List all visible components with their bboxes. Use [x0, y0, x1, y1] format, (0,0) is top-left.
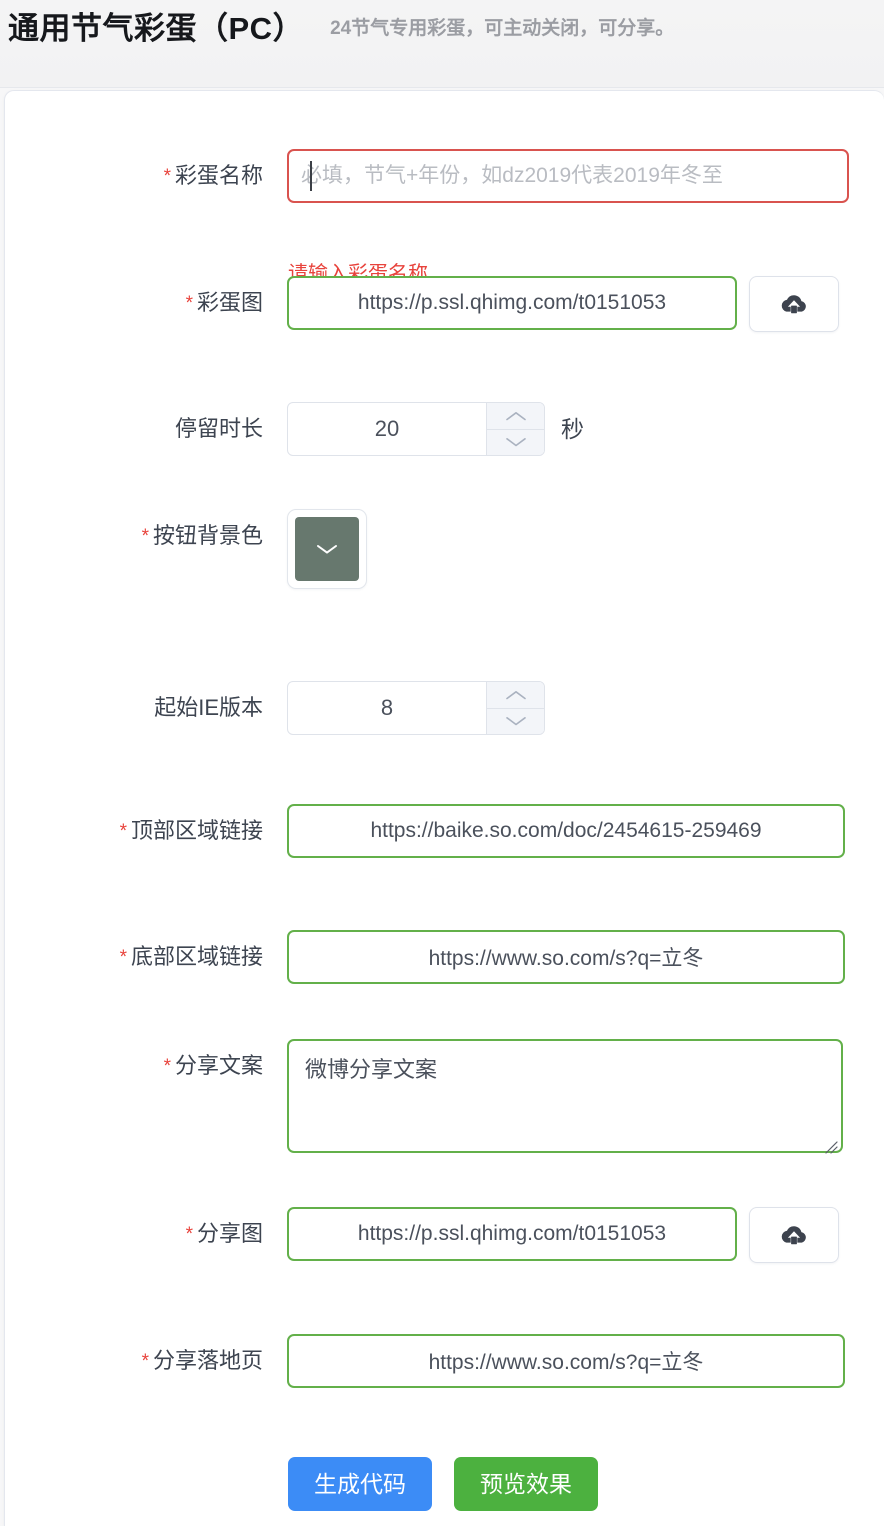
top-area-link-input[interactable]	[287, 804, 845, 858]
ie-version-input[interactable]	[288, 682, 486, 734]
label-egg-image: * 彩蛋图	[5, 276, 263, 331]
form-row-share-text: * 分享文案	[5, 1039, 884, 1158]
stay-duration-decrement-button[interactable]	[487, 429, 544, 455]
stay-duration-stepper-controls	[486, 403, 544, 455]
form-card: *彩蛋名称 请输入彩蛋名称 *彩蛋图	[4, 90, 884, 1526]
share-text-textarea[interactable]	[287, 1039, 843, 1153]
share-image-upload-button[interactable]	[749, 1207, 839, 1263]
label-egg-name: * 彩蛋名称	[5, 149, 263, 204]
generate-code-button[interactable]: 生成代码	[288, 1457, 432, 1511]
label-egg-name-text: 彩蛋名称	[174, 163, 263, 188]
ie-version-decrement-button[interactable]	[487, 708, 544, 734]
required-asterisk: *	[185, 293, 193, 314]
label-button-bg-color: * 按钮背景色	[5, 509, 263, 564]
label-stay-duration: 停留时长	[5, 402, 263, 456]
label-button-bg-color-text: 按钮背景色	[152, 523, 263, 548]
field-top-area-link	[287, 804, 845, 858]
chevron-down-icon	[505, 715, 527, 727]
text-caret	[310, 161, 312, 191]
label-bottom-area-link-text: 底部区域链接	[130, 944, 263, 969]
label-top-area-link: * 顶部区域链接	[5, 804, 263, 859]
share-image-input[interactable]	[287, 1207, 737, 1261]
required-asterisk: *	[119, 947, 127, 968]
page-header: 通用节气彩蛋（PC） 24节气专用彩蛋，可主动关闭，可分享。	[0, 0, 884, 88]
ie-version-stepper-controls	[486, 682, 544, 734]
label-share-image: * 分享图	[5, 1207, 263, 1262]
label-ie-version-text: 起始IE版本	[154, 695, 263, 720]
chevron-up-icon	[505, 410, 527, 422]
ie-version-stepper[interactable]	[287, 681, 545, 735]
label-egg-image-text: 彩蛋图	[196, 290, 263, 315]
page-subtitle: 24节气专用彩蛋，可主动关闭，可分享。	[330, 18, 675, 39]
form-actions: 生成代码 预览效果	[288, 1457, 598, 1511]
field-egg-name	[287, 149, 849, 203]
required-asterisk: *	[163, 166, 171, 187]
field-bottom-area-link	[287, 930, 845, 984]
form-row-share-image: * 分享图	[5, 1207, 884, 1263]
color-swatch	[295, 517, 359, 581]
bottom-area-link-input[interactable]	[287, 930, 845, 984]
field-egg-image	[287, 276, 839, 332]
cloud-upload-icon	[780, 1224, 808, 1246]
field-share-text	[287, 1039, 843, 1158]
ie-version-increment-button[interactable]	[487, 682, 544, 709]
form-row-bottom-area-link: * 底部区域链接	[5, 930, 884, 985]
required-asterisk: *	[141, 526, 149, 547]
required-asterisk: *	[119, 821, 127, 842]
form-row-stay-duration: 停留时长 20 秒	[5, 402, 884, 456]
form-row-ie-version: 起始IE版本	[5, 681, 884, 735]
chevron-down-icon	[505, 436, 527, 448]
stay-duration-increment-button[interactable]	[487, 403, 544, 430]
label-share-landing-page: * 分享落地页	[5, 1334, 263, 1389]
label-bottom-area-link: * 底部区域链接	[5, 930, 263, 985]
egg-image-upload-button[interactable]	[749, 276, 839, 332]
required-asterisk: *	[185, 1224, 193, 1245]
field-share-landing-page	[287, 1334, 845, 1388]
required-asterisk: *	[141, 1351, 149, 1372]
form-row-share-landing-page: * 分享落地页	[5, 1334, 884, 1389]
chevron-up-icon	[505, 689, 527, 701]
cloud-upload-icon	[780, 293, 808, 315]
stay-duration-unit: 秒	[561, 416, 584, 442]
form-row-egg-name: * 彩蛋名称	[5, 149, 884, 204]
share-landing-page-input[interactable]	[287, 1334, 845, 1388]
label-ie-version: 起始IE版本	[5, 681, 263, 735]
egg-image-input[interactable]	[287, 276, 737, 330]
field-ie-version	[287, 681, 545, 735]
required-asterisk: *	[163, 1056, 171, 1077]
form-row-egg-image: * 彩蛋图	[5, 276, 884, 332]
field-button-bg-color	[287, 509, 367, 589]
label-share-image-text: 分享图	[196, 1221, 263, 1246]
egg-config-form: *彩蛋名称 请输入彩蛋名称 *彩蛋图	[5, 91, 884, 1526]
field-share-image	[287, 1207, 839, 1263]
stay-duration-stepper[interactable]	[287, 402, 545, 456]
button-bg-color-picker[interactable]	[287, 509, 367, 589]
stay-duration-input[interactable]	[288, 403, 486, 455]
label-share-text: * 分享文案	[5, 1039, 263, 1094]
label-share-text-text: 分享文案	[174, 1053, 263, 1078]
field-stay-duration: 秒	[287, 402, 584, 456]
form-row-button-bg-color: * 按钮背景色	[5, 509, 884, 589]
page-title: 通用节气彩蛋（PC）	[8, 11, 305, 46]
label-stay-duration-text: 停留时长	[174, 416, 263, 441]
label-top-area-link-text: 顶部区域链接	[130, 818, 263, 843]
preview-button[interactable]: 预览效果	[454, 1457, 598, 1511]
chevron-down-icon	[314, 542, 340, 556]
label-share-landing-page-text: 分享落地页	[152, 1348, 263, 1373]
egg-name-input[interactable]	[287, 149, 849, 203]
form-row-top-area-link: * 顶部区域链接	[5, 804, 884, 859]
